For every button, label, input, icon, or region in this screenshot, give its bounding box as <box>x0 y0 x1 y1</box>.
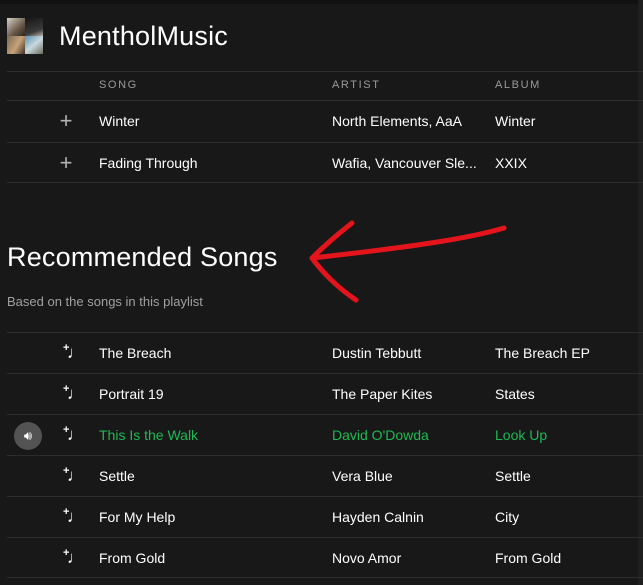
table-row[interactable]: + Winter North Elements, AaA Winter <box>7 101 643 142</box>
recommended-subtitle: Based on the songs in this playlist <box>7 294 203 309</box>
cover-tile <box>7 18 25 36</box>
speaker-icon[interactable]: 🔊︎ <box>14 422 42 450</box>
column-header-album[interactable]: ALBUM <box>495 72 635 100</box>
playlist-tracks-table: SONG ARTIST ALBUM + Winter North Element… <box>7 71 643 183</box>
track-album[interactable]: The Breach EP <box>495 333 635 373</box>
recommended-tracks-table: + ♩ The Breach Dustin Tebbutt The Breach … <box>7 332 643 578</box>
track-song: This Is the Walk <box>99 427 199 443</box>
add-song-icon[interactable]: + ♩ <box>63 383 84 405</box>
cover-tile <box>7 36 25 54</box>
add-song-icon[interactable]: + ♩ <box>63 506 84 528</box>
track-album[interactable]: City <box>495 497 635 537</box>
track-artist[interactable]: Hayden Calnin <box>332 497 478 537</box>
track-artist[interactable]: Dustin Tebbutt <box>332 333 478 373</box>
track-song: From Gold <box>99 550 166 566</box>
track-album[interactable]: Settle <box>495 456 635 496</box>
cover-tile <box>25 18 43 36</box>
track-song: Fading Through <box>99 155 198 171</box>
table-row[interactable]: + ♩ From Gold Novo Amor From Gold <box>7 537 643 578</box>
track-album[interactable]: Winter <box>495 101 635 141</box>
track-artist[interactable]: Wafia, Vancouver Sle... <box>332 143 478 183</box>
annotation-arrow-icon <box>309 220 507 303</box>
table-row[interactable]: + ♩ For My Help Hayden Calnin City <box>7 496 643 537</box>
recommended-heading: Recommended Songs <box>7 242 278 272</box>
column-header-artist[interactable]: ARTIST <box>332 72 478 100</box>
track-artist[interactable]: North Elements, AaA <box>332 101 478 141</box>
track-album[interactable]: From Gold <box>495 538 635 578</box>
table-row[interactable]: + ♩ Portrait 19 The Paper Kites States <box>7 373 643 414</box>
top-border <box>0 0 643 4</box>
plus-icon[interactable]: + <box>59 110 73 132</box>
add-song-icon[interactable]: + ♩ <box>63 465 84 487</box>
track-album[interactable]: States <box>495 374 635 414</box>
table-row[interactable]: + Fading Through Wafia, Vancouver Sle...… <box>7 142 643 183</box>
track-song: Portrait 19 <box>99 386 164 402</box>
table-row[interactable]: + ♩ Settle Vera Blue Settle <box>7 455 643 496</box>
table-row-playing[interactable]: 🔊︎ + ♩ This Is the Walk David O'Dowda Loo… <box>7 414 643 455</box>
track-song: Winter <box>99 113 140 129</box>
track-artist[interactable]: Vera Blue <box>332 456 478 496</box>
track-song: For My Help <box>99 509 176 525</box>
add-song-icon[interactable]: + ♩ <box>63 342 84 364</box>
track-album[interactable]: Look Up <box>495 415 635 455</box>
track-artist[interactable]: The Paper Kites <box>332 374 478 414</box>
playlist-title: MentholMusic <box>59 20 228 51</box>
track-artist[interactable]: Novo Amor <box>332 538 478 578</box>
table-header: SONG ARTIST ALBUM <box>7 71 643 101</box>
add-song-icon[interactable]: + ♩ <box>63 547 84 569</box>
playlist-header: MentholMusic <box>7 17 228 55</box>
column-header-song[interactable]: SONG <box>99 72 324 100</box>
track-song: The Breach <box>99 345 172 361</box>
playlist-cover-art <box>7 18 43 54</box>
track-album[interactable]: XXIX <box>495 143 635 183</box>
add-song-icon[interactable]: + ♩ <box>63 424 84 446</box>
track-song: Settle <box>99 468 135 484</box>
table-row[interactable]: + ♩ The Breach Dustin Tebbutt The Breach … <box>7 332 643 373</box>
plus-icon[interactable]: + <box>59 152 73 174</box>
track-artist[interactable]: David O'Dowda <box>332 415 478 455</box>
cover-tile <box>25 36 43 54</box>
